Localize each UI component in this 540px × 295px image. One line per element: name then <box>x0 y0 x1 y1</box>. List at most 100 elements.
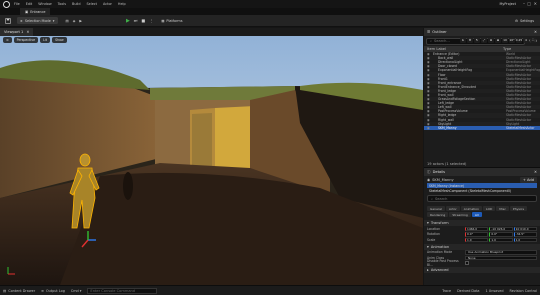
details-search-input[interactable]: ⌕ Search <box>427 195 537 202</box>
filter-chip[interactable]: Streaming <box>449 212 471 217</box>
folder-icon: ▤ <box>3 288 7 293</box>
content-drawer-button[interactable]: ▤ Content Drawer <box>3 289 35 293</box>
menu-select[interactable]: Select <box>87 2 97 6</box>
minimize-icon[interactable]: – <box>523 1 525 6</box>
derived-data-button[interactable]: Derived Data <box>457 289 479 293</box>
tab-label: Entrance <box>30 9 46 14</box>
numeric-field[interactable]: 1466.0 <box>465 226 489 231</box>
save-icon[interactable] <box>3 17 13 25</box>
column-item-label[interactable]: Item Label <box>427 47 503 51</box>
add-component-button[interactable]: + Add <box>519 176 537 183</box>
property-label: Scale <box>427 237 436 242</box>
surface-snap-icon[interactable]: ⊞ <box>495 37 501 43</box>
viewport-tab[interactable]: Viewport 1 ✕ <box>0 28 34 36</box>
rotate-tool-icon[interactable]: ↻ <box>474 37 480 43</box>
filter-chip[interactable]: Physics <box>509 206 528 211</box>
filter-chip[interactable]: LOD <box>483 206 496 211</box>
outliner-row[interactable]: ◉ SKM_Manny SkeletalMeshActor <box>424 125 540 130</box>
filter-chip[interactable]: All <box>471 212 482 217</box>
select-tool-icon[interactable]: ➤ <box>460 37 466 43</box>
outliner-tree: ◉ Entrance (Editor) World ◉ Back_wall StaticM… <box>424 52 540 130</box>
filter-chips: General Actor Animation LOD Misc Physics Rende… <box>424 204 540 219</box>
unreal-logo-icon[interactable] <box>3 0 10 8</box>
menu-actor[interactable]: Actor <box>103 2 112 6</box>
menu-tools[interactable]: Tools <box>58 2 66 6</box>
transform-row: Scale 1.0 1.0 1.0 <box>424 237 540 243</box>
close-window-icon[interactable]: ✕ <box>534 1 537 6</box>
step-button[interactable]: ⏭ <box>132 17 140 25</box>
console-placeholder: Enter Console Command <box>90 288 136 293</box>
grid-snap-value[interactable]: 10 <box>502 37 508 43</box>
stop-button[interactable]: ■ <box>139 17 147 25</box>
menu-help[interactable]: Help <box>118 2 126 6</box>
lit-button[interactable]: Lit <box>40 37 51 43</box>
trace-button[interactable]: Trace <box>442 289 451 293</box>
menu-file[interactable]: File <box>14 2 20 6</box>
numeric-field[interactable]: 10 010.0 <box>513 226 537 231</box>
details-search-placeholder: Search <box>435 196 448 201</box>
unsaved-button[interactable]: 1 Unsaved <box>486 289 504 293</box>
transform-properties: Location 1466.0 -10 026.0 10 010.0 Rotation 0… <box>424 226 540 243</box>
numeric-field[interactable]: -34.5° <box>513 232 537 237</box>
revision-control-button[interactable]: Revision Control <box>509 289 537 293</box>
component-label: SKM_Manny (Instance) <box>429 183 465 188</box>
blueprint-icon[interactable]: ◈ <box>71 17 78 25</box>
numeric-field[interactable]: -10 026.0 <box>489 226 513 231</box>
checkbox[interactable] <box>465 261 469 266</box>
viewport-options-button[interactable]: ≡ <box>3 37 12 43</box>
level-viewport[interactable] <box>0 28 423 285</box>
unsaved-label: 1 Unsaved <box>485 288 504 293</box>
chevron-down-icon: ▾ <box>79 288 82 293</box>
world-space-icon[interactable]: ⊕ <box>488 37 494 43</box>
move-tool-icon[interactable]: ✥ <box>467 37 473 43</box>
maximize-icon[interactable]: □ <box>527 1 531 6</box>
menu-build[interactable]: Build <box>72 2 81 6</box>
search-icon: ⌕ <box>430 39 433 43</box>
gear-icon: ⚙ <box>515 18 519 23</box>
perspective-button[interactable]: Perspective <box>13 37 39 43</box>
app-title: MyProject <box>499 1 516 6</box>
content-icon[interactable]: ▤ <box>64 17 71 25</box>
close-icon[interactable]: ✕ <box>534 30 537 34</box>
numeric-field[interactable]: 1.0 <box>489 237 513 242</box>
console-command-input[interactable]: Enter Console Command <box>87 287 158 294</box>
actor-icon: ◉ <box>427 177 431 182</box>
advanced-section-header[interactable]: ▸ Advanced <box>424 267 540 273</box>
maximize-viewport-icon[interactable]: ⛶ <box>530 37 536 43</box>
cinematics-icon[interactable]: ▶ <box>77 17 84 25</box>
platforms-button[interactable]: ▦ Platforms <box>159 17 184 25</box>
cursor-icon: ➤ <box>20 18 23 23</box>
filter-chip[interactable]: Animation <box>460 206 483 211</box>
filter-chip[interactable]: Actor <box>445 206 460 211</box>
mode-selector[interactable]: ➤ Selection Mode ▾ <box>17 17 58 24</box>
outliner-search-placeholder: Search... <box>434 39 450 43</box>
column-type[interactable]: Type <box>503 47 537 51</box>
scale-snap-value[interactable]: 0.25 <box>516 37 522 43</box>
tab-entrance[interactable]: ▣ Entrance <box>20 8 51 15</box>
show-button[interactable]: Show <box>52 37 67 43</box>
viewport-transform-tools: ➤ ✥ ↻ ⤢ ⊕ ⊞ 10 10° 0.25 4 ⛶ <box>460 37 536 43</box>
dropdown-field[interactable]: Use Animation Blueprint <box>465 250 537 255</box>
play-button[interactable]: ▶ <box>124 17 132 25</box>
rotation-snap-value[interactable]: 10° <box>509 37 515 43</box>
dropdown-field[interactable]: None <box>465 255 537 260</box>
scale-tool-icon[interactable]: ⤢ <box>481 37 487 43</box>
numeric-field[interactable]: 1.0 <box>513 237 537 242</box>
menu-window[interactable]: Window <box>38 2 51 6</box>
play-options-icon[interactable]: ⋮ <box>147 17 155 25</box>
close-icon[interactable]: ✕ <box>534 170 537 174</box>
filter-chip[interactable]: Rendering <box>427 212 449 217</box>
output-log-button[interactable]: ≡ Output Log <box>41 289 65 293</box>
numeric-field[interactable]: 0.0° <box>465 232 489 237</box>
cmd-selector[interactable]: Cmd ▾ <box>71 289 82 293</box>
settings-button[interactable]: ⚙ Settings <box>513 17 536 25</box>
filter-chip[interactable]: General <box>427 206 445 211</box>
close-tab-icon[interactable]: ✕ <box>26 30 29 34</box>
filter-chip[interactable]: Misc <box>496 206 509 211</box>
camera-speed-value[interactable]: 4 <box>523 37 529 43</box>
numeric-field[interactable]: 0.0° <box>489 232 513 237</box>
actor-name-field[interactable]: SKM_Manny <box>432 178 454 182</box>
component-row[interactable]: SkeletalMeshComponent (SkeletalMeshCompo… <box>427 188 537 193</box>
menu-edit[interactable]: Edit <box>26 2 33 6</box>
numeric-field[interactable]: 1.0 <box>465 237 489 242</box>
